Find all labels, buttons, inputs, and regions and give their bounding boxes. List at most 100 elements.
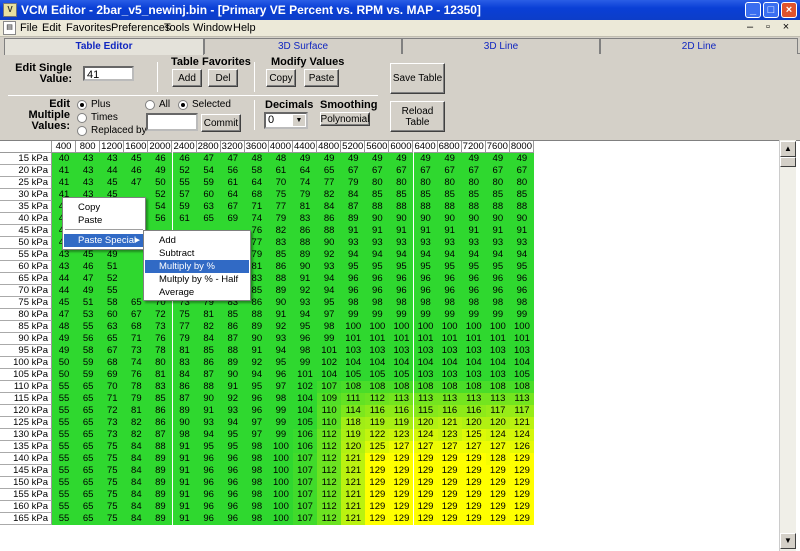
ve-cell[interactable]: 129: [437, 453, 462, 465]
ve-cell[interactable]: 61: [220, 177, 245, 189]
ve-cell[interactable]: 90: [485, 213, 510, 225]
ve-cell[interactable]: 96: [365, 273, 390, 285]
tab-2d-line[interactable]: 2D Line: [600, 38, 798, 54]
ve-cell[interactable]: 98: [172, 429, 197, 441]
ve-cell[interactable]: 107: [293, 453, 318, 465]
child-minimize-icon[interactable]: –: [744, 21, 756, 33]
ve-cell[interactable]: 128: [485, 453, 510, 465]
ve-cell[interactable]: 75: [172, 309, 197, 321]
ve-cell[interactable]: 113: [413, 393, 438, 405]
ve-cell[interactable]: 41: [52, 165, 77, 177]
ve-cell[interactable]: 95: [244, 381, 269, 393]
document-icon[interactable]: ▤: [3, 21, 16, 35]
ve-cell[interactable]: 91: [293, 273, 318, 285]
ve-cell[interactable]: 129: [437, 477, 462, 489]
ve-cell[interactable]: 129: [413, 513, 438, 525]
ve-cell[interactable]: 107: [317, 381, 342, 393]
ve-cell[interactable]: 93: [413, 237, 438, 249]
ve-cell[interactable]: 101: [485, 333, 510, 345]
ve-cell[interactable]: 74: [293, 177, 318, 189]
ve-cell[interactable]: 100: [268, 501, 293, 513]
ve-cell[interactable]: 90: [196, 393, 221, 405]
vertical-scrollbar[interactable]: ▲ ▼: [779, 140, 796, 551]
ve-cell[interactable]: 112: [317, 441, 342, 453]
ve-cell[interactable]: 94: [437, 249, 462, 261]
ctx-multiply-percent-half[interactable]: Multply by % - Half: [145, 273, 249, 286]
ve-cell[interactable]: 99: [341, 309, 366, 321]
rpm-header[interactable]: 800: [76, 141, 101, 153]
ve-cell[interactable]: 108: [389, 381, 414, 393]
save-table-button[interactable]: Save Table: [390, 63, 445, 94]
ve-cell[interactable]: 65: [76, 477, 101, 489]
ve-cell[interactable]: 129: [389, 501, 414, 513]
ve-cell[interactable]: 80: [509, 177, 534, 189]
ve-cell[interactable]: 67: [485, 165, 510, 177]
ve-cell[interactable]: 61: [172, 213, 197, 225]
ve-cell[interactable]: 96: [485, 285, 510, 297]
ve-cell[interactable]: 55: [52, 381, 77, 393]
ve-cell[interactable]: 56: [76, 333, 101, 345]
ve-cell[interactable]: 99: [485, 309, 510, 321]
map-row-header[interactable]: 125 kPa: [0, 417, 52, 429]
ve-cell[interactable]: 84: [124, 513, 149, 525]
ve-cell[interactable]: 120: [461, 417, 486, 429]
ve-cell[interactable]: 70: [100, 381, 125, 393]
ve-cell[interactable]: 118: [341, 417, 366, 429]
ve-cell[interactable]: 52: [100, 273, 125, 285]
ve-cell[interactable]: 95: [196, 441, 221, 453]
ve-cell[interactable]: 59: [196, 177, 221, 189]
ve-cell[interactable]: 65: [76, 381, 101, 393]
ve-cell[interactable]: 103: [461, 369, 486, 381]
ve-cell[interactable]: 80: [437, 177, 462, 189]
ve-cell[interactable]: 96: [220, 489, 245, 501]
ve-cell[interactable]: 49: [317, 153, 342, 165]
ve-cell[interactable]: 94: [196, 429, 221, 441]
ve-cell[interactable]: 94: [317, 273, 342, 285]
ve-cell[interactable]: 92: [268, 321, 293, 333]
ve-cell[interactable]: 129: [389, 513, 414, 525]
ve-cell[interactable]: 49: [389, 153, 414, 165]
map-row-header[interactable]: 135 kPa: [0, 441, 52, 453]
paste-button[interactable]: Paste: [304, 69, 339, 87]
ve-cell[interactable]: 103: [509, 345, 534, 357]
ve-cell[interactable]: 49: [76, 285, 101, 297]
ve-cell[interactable]: 97: [244, 429, 269, 441]
ve-cell[interactable]: 49: [365, 153, 390, 165]
map-row-header[interactable]: 70 kPa: [0, 285, 52, 297]
ve-cell[interactable]: 123: [389, 429, 414, 441]
ve-cell[interactable]: 106: [293, 429, 318, 441]
ctx-add[interactable]: Add: [145, 234, 249, 247]
map-row-header[interactable]: 40 kPa: [0, 213, 52, 225]
ve-cell[interactable]: 98: [341, 297, 366, 309]
ve-cell[interactable]: 60: [196, 189, 221, 201]
ve-cell[interactable]: 57: [172, 189, 197, 201]
ve-cell[interactable]: 114: [341, 405, 366, 417]
ve-cell[interactable]: 85: [461, 189, 486, 201]
ve-cell[interactable]: 96: [244, 405, 269, 417]
ve-cell[interactable]: 91: [485, 225, 510, 237]
ve-cell[interactable]: 101: [413, 333, 438, 345]
ve-cell[interactable]: 91: [268, 309, 293, 321]
ve-cell[interactable]: 123: [437, 429, 462, 441]
rpm-header[interactable]: 4000: [268, 141, 293, 153]
ve-cell[interactable]: 96: [268, 369, 293, 381]
ve-cell[interactable]: 98: [365, 297, 390, 309]
ve-cell[interactable]: 64: [244, 177, 269, 189]
ve-cell[interactable]: 112: [317, 465, 342, 477]
map-row-header[interactable]: 160 kPa: [0, 501, 52, 513]
ve-cell[interactable]: 129: [509, 477, 534, 489]
ve-cell[interactable]: 101: [461, 333, 486, 345]
ve-cell[interactable]: 99: [413, 309, 438, 321]
ve-cell[interactable]: 74: [124, 357, 149, 369]
ve-cell[interactable]: 129: [485, 477, 510, 489]
ve-cell[interactable]: 97: [244, 417, 269, 429]
ve-cell[interactable]: 100: [365, 321, 390, 333]
ve-cell[interactable]: 129: [389, 465, 414, 477]
ve-cell[interactable]: 103: [389, 345, 414, 357]
ve-cell[interactable]: 75: [100, 501, 125, 513]
ve-cell[interactable]: 111: [341, 393, 366, 405]
commit-button[interactable]: Commit: [201, 114, 241, 132]
ve-cell[interactable]: 99: [389, 309, 414, 321]
ve-cell[interactable]: 94: [509, 249, 534, 261]
ve-cell[interactable]: 69: [100, 369, 125, 381]
